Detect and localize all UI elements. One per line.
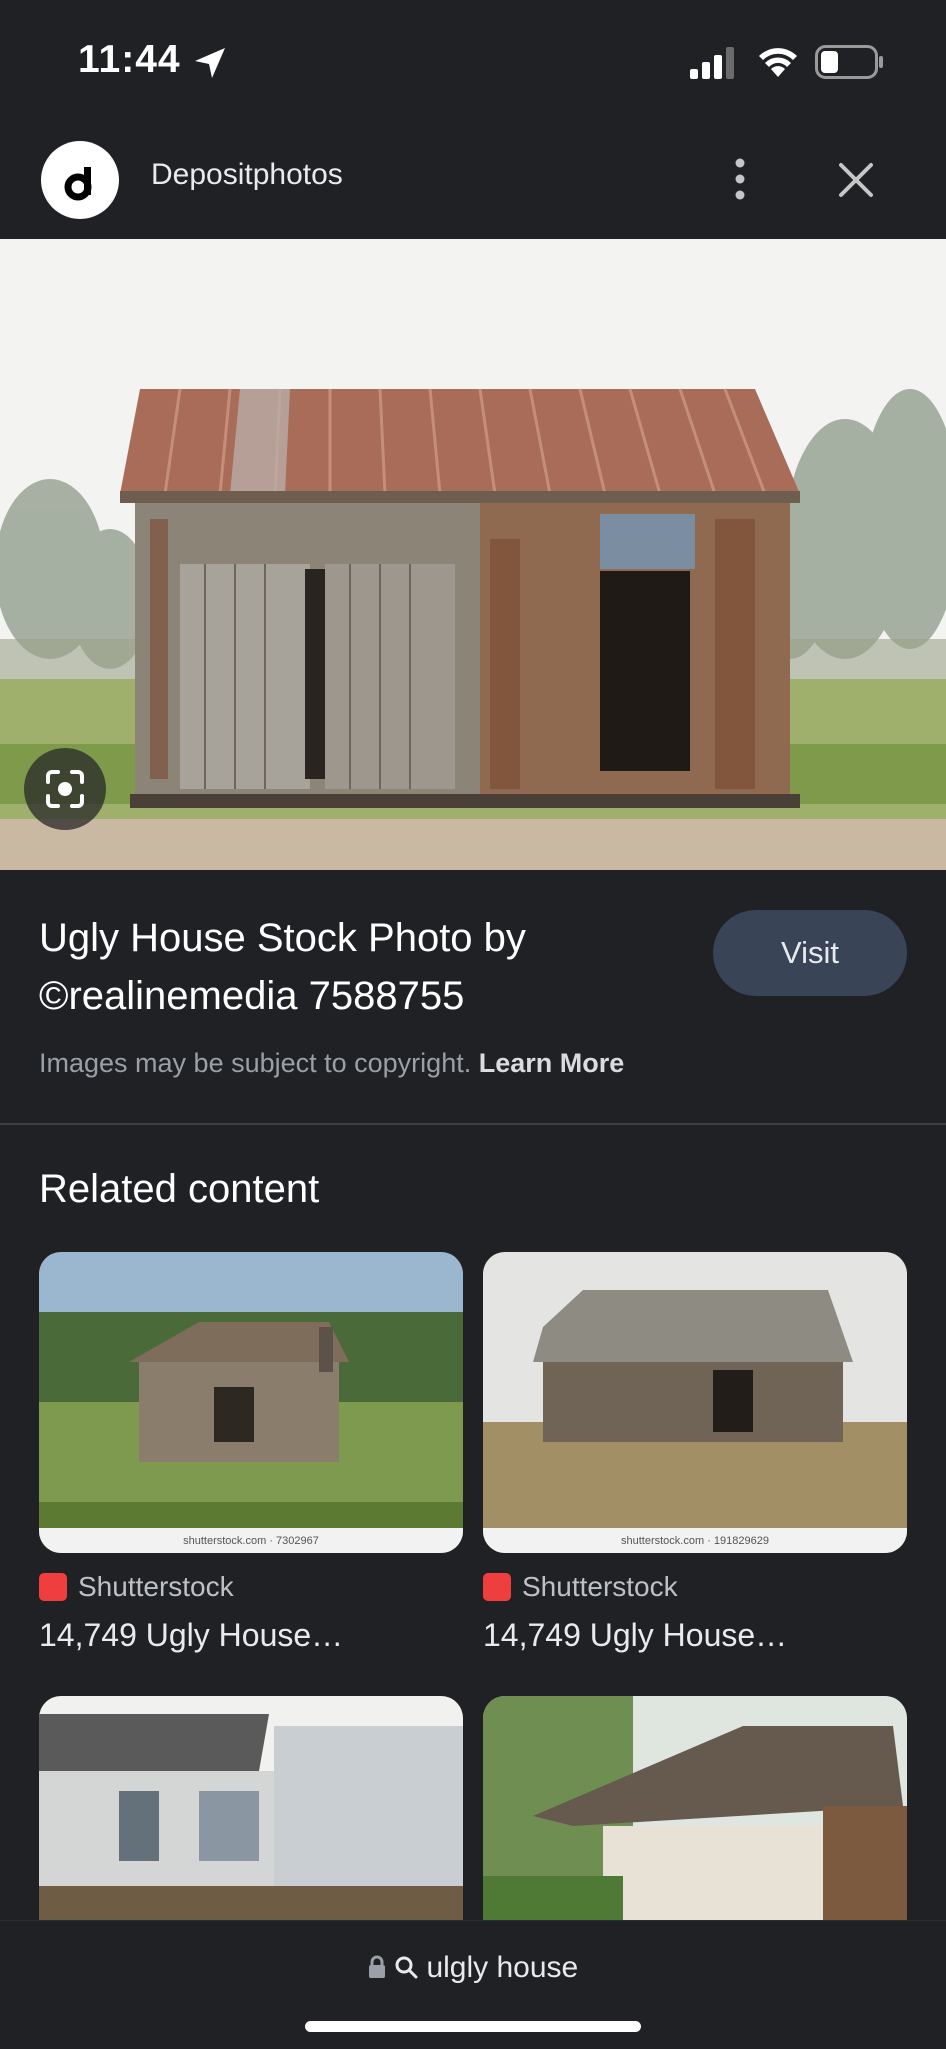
copyright-text: Images may be subject to copyright. xyxy=(39,1048,472,1078)
related-thumbnail[interactable]: shutterstock.com · 191829629 xyxy=(483,1252,907,1553)
result-source: Shutterstock xyxy=(483,1571,907,1603)
related-card[interactable] xyxy=(39,1696,463,1920)
bottom-bar: ulgly house xyxy=(0,1920,946,2049)
location-arrow-icon xyxy=(195,48,225,78)
site-name[interactable]: Depositphotos xyxy=(151,158,343,192)
shack-photo xyxy=(0,239,946,870)
status-bar: 11:44 xyxy=(0,0,946,120)
related-card[interactable]: shutterstock.com · 7302967 Shutterstock … xyxy=(39,1252,463,1654)
image-title[interactable]: Ugly House Stock Photo by ©realinemedia … xyxy=(39,909,679,1025)
related-thumbnail[interactable]: shutterstock.com · 7302967 xyxy=(39,1252,463,1553)
log-cabin-photo xyxy=(483,1252,907,1553)
result-title[interactable]: 14,749 Ugly House… xyxy=(483,1617,907,1654)
collapsed-roof-house-photo xyxy=(483,1696,907,1920)
google-lens-button[interactable] xyxy=(24,748,106,830)
related-thumbnail[interactable] xyxy=(39,1696,463,1920)
close-icon[interactable] xyxy=(836,160,876,200)
source-header: Depositphotos xyxy=(0,130,946,238)
thumbnail-watermark: shutterstock.com · 191829629 xyxy=(621,1535,769,1547)
clock: 11:44 xyxy=(78,38,181,81)
source-name: Shutterstock xyxy=(522,1571,678,1602)
search-icon xyxy=(395,1956,418,1979)
thumbnail-watermark: shutterstock.com · 7302967 xyxy=(183,1535,319,1547)
depositphotos-logo[interactable] xyxy=(41,141,119,219)
result-source: Shutterstock xyxy=(39,1571,463,1603)
lens-icon xyxy=(46,770,84,808)
main-image[interactable] xyxy=(0,239,946,870)
result-title[interactable]: 14,749 Ugly House… xyxy=(39,1617,463,1654)
home-indicator[interactable] xyxy=(305,2021,641,2032)
battery-icon xyxy=(815,45,883,79)
shutterstock-icon xyxy=(39,1573,67,1601)
abandoned-building-photo xyxy=(39,1696,463,1920)
copyright-notice: Images may be subject to copyright. Lear… xyxy=(39,1048,624,1079)
related-card[interactable]: shutterstock.com · 191829629 Shutterstoc… xyxy=(483,1252,907,1654)
search-query[interactable]: ulgly house xyxy=(0,1951,946,1985)
divider xyxy=(0,1123,946,1125)
more-vert-icon[interactable] xyxy=(726,154,754,204)
wifi-icon xyxy=(759,48,797,77)
related-card[interactable] xyxy=(483,1696,907,1920)
related-content-heading: Related content xyxy=(39,1167,320,1211)
shack-field-photo xyxy=(39,1252,463,1553)
search-query-text: ulgly house xyxy=(426,1951,579,1984)
shutterstock-icon xyxy=(483,1573,511,1601)
source-name: Shutterstock xyxy=(78,1571,234,1602)
related-thumbnail[interactable] xyxy=(483,1696,907,1920)
lock-icon xyxy=(368,1955,385,1978)
depositphotos-d-icon xyxy=(64,167,92,201)
cellular-signal-icon xyxy=(690,47,734,79)
visit-button[interactable]: Visit xyxy=(713,910,907,996)
learn-more-link[interactable]: Learn More xyxy=(479,1048,625,1078)
